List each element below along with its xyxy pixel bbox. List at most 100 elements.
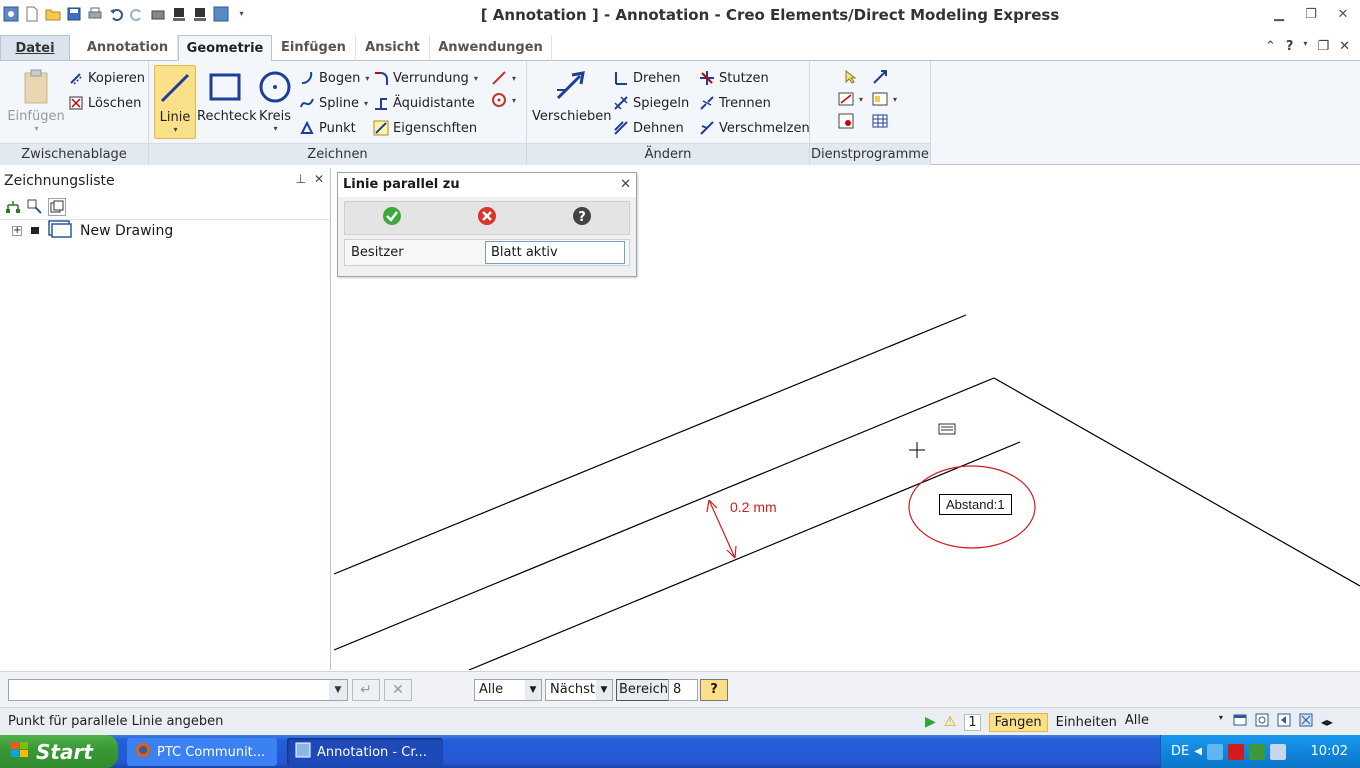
filter-tree-icon[interactable] bbox=[26, 198, 44, 216]
offset-button[interactable]: Äquidistante bbox=[373, 93, 475, 113]
paste-button[interactable]: Einfügen ▾ bbox=[6, 65, 66, 133]
mirror-button[interactable]: Spiegeln bbox=[613, 93, 689, 113]
filter-select[interactable]: Alle ▼ bbox=[474, 679, 542, 701]
snap-toggle[interactable]: Fangen bbox=[988, 712, 1048, 732]
split-button[interactable]: Trennen bbox=[699, 93, 771, 113]
play-icon[interactable]: ▶ bbox=[925, 714, 936, 730]
help-icon[interactable]: ? bbox=[1286, 39, 1294, 54]
filter-dropdown-icon[interactable]: ▼ bbox=[525, 680, 541, 700]
info-tool-button[interactable]: ▾ bbox=[872, 89, 897, 109]
panel-close-icon[interactable]: ✕ bbox=[314, 172, 324, 186]
restore-icon[interactable]: ❐ bbox=[1302, 6, 1320, 24]
dialog-close-icon[interactable]: ✕ bbox=[620, 173, 631, 197]
start-button[interactable]: Start bbox=[0, 735, 118, 768]
units-select[interactable]: Alle ▾ bbox=[1125, 713, 1225, 731]
drawing-line-right[interactable] bbox=[993, 377, 1360, 587]
warning-icon[interactable]: ⚠ bbox=[944, 714, 957, 730]
tab-datei[interactable]: Datei bbox=[0, 35, 70, 61]
svg-text:?: ? bbox=[578, 210, 586, 225]
range-button[interactable]: Bereich bbox=[616, 679, 671, 701]
volume-icon[interactable] bbox=[1269, 743, 1286, 760]
confirm-check-icon[interactable] bbox=[382, 206, 402, 230]
copy-button[interactable]: Kopieren bbox=[68, 68, 145, 88]
merge-icon bbox=[699, 120, 715, 136]
trim-button[interactable]: Stutzen bbox=[699, 68, 769, 88]
taskbar-item-firefox[interactable]: PTC Communit... bbox=[127, 738, 277, 766]
stretch-button[interactable]: Dehnen bbox=[613, 118, 684, 138]
enter-command-button[interactable]: ↵ bbox=[352, 679, 380, 701]
owner-field[interactable]: Blatt aktiv bbox=[485, 241, 625, 264]
snap-tool-button[interactable] bbox=[838, 111, 854, 131]
network-icon[interactable] bbox=[1206, 743, 1223, 760]
circle-tool-dropdown[interactable]: ▾ bbox=[491, 90, 516, 110]
cancel-command-button[interactable]: ✕ bbox=[384, 679, 412, 701]
snap-help-icon[interactable]: ? bbox=[700, 679, 728, 701]
close-doc-icon[interactable]: ✕ bbox=[1339, 39, 1350, 54]
dimension-label: 0.2 mm bbox=[730, 499, 777, 515]
tab-einfuegen[interactable]: Einfügen bbox=[272, 35, 356, 61]
help-dropdown-icon[interactable]: ▾ bbox=[1303, 39, 1307, 54]
table-tool-button[interactable] bbox=[872, 111, 888, 131]
windows-icon[interactable] bbox=[48, 197, 66, 216]
dimension-tool-button[interactable]: ▾ bbox=[838, 89, 863, 109]
rectangle-button[interactable]: Rechteck bbox=[197, 65, 257, 124]
circle-button[interactable]: Kreis ▾ bbox=[255, 65, 295, 133]
arc-button[interactable]: Bogen ▾ bbox=[299, 68, 369, 88]
circle-icon bbox=[255, 65, 295, 109]
pin-icon[interactable]: ⊥ bbox=[295, 172, 305, 186]
fillet-button[interactable]: Verrundung ▾ bbox=[373, 68, 478, 88]
properties-button[interactable]: Eigenschften bbox=[373, 118, 477, 138]
spline-icon bbox=[299, 95, 315, 111]
tab-annotation[interactable]: Annotation bbox=[78, 35, 178, 61]
construction-line-icon bbox=[491, 70, 507, 86]
drawing-line-upper[interactable] bbox=[334, 314, 967, 575]
move-button[interactable]: Verschieben bbox=[532, 65, 612, 124]
zoom-fit-icon[interactable] bbox=[1255, 713, 1269, 731]
taskbar-item-annotation[interactable]: Annotation - Cr... bbox=[287, 738, 443, 766]
expand-icon[interactable]: + bbox=[12, 226, 22, 236]
point-button[interactable]: Punkt bbox=[299, 118, 356, 138]
drawing-list-panel: Zeichnungsliste ⊥ ✕ + New Drawing bbox=[0, 168, 331, 670]
security-icon[interactable] bbox=[1248, 743, 1265, 760]
line-button[interactable]: Linie ▾ bbox=[154, 65, 196, 139]
tree-item-label: New Drawing bbox=[80, 223, 174, 239]
command-history-dropdown-icon[interactable]: ▼ bbox=[329, 680, 347, 700]
drawing-line-middle[interactable] bbox=[334, 377, 995, 651]
command-input[interactable]: ▼ bbox=[8, 679, 348, 701]
point-icon bbox=[299, 120, 315, 136]
fillet-icon bbox=[373, 70, 389, 86]
fullscreen-icon[interactable] bbox=[1299, 713, 1313, 731]
range-value-input[interactable]: 8 bbox=[668, 679, 698, 701]
viewport-icon[interactable] bbox=[1233, 713, 1247, 731]
split-icon bbox=[699, 95, 715, 111]
pan-icon[interactable]: ◂▸ bbox=[1321, 715, 1333, 729]
delete-button[interactable]: Löschen bbox=[68, 93, 141, 113]
tab-ansicht[interactable]: Ansicht bbox=[356, 35, 430, 61]
tree-view-icon[interactable] bbox=[4, 198, 22, 216]
measure-icon bbox=[872, 69, 888, 85]
spline-button[interactable]: Spline ▾ bbox=[299, 93, 368, 113]
merge-button[interactable]: Verschmelzen bbox=[699, 118, 810, 138]
minimize-icon[interactable]: ▁ bbox=[1270, 6, 1288, 24]
line-tool-dropdown[interactable]: ▾ bbox=[491, 68, 516, 88]
group-draw: Linie ▾ Rechteck Kreis ▾ Bogen ▾ Spline ▾ … bbox=[149, 61, 527, 165]
rotate-button[interactable]: Drehen bbox=[613, 68, 681, 88]
collapse-ribbon-icon[interactable]: ⌃ bbox=[1265, 39, 1276, 54]
nearest-select[interactable]: Nächst ▼ bbox=[545, 679, 613, 701]
tray-expand-icon[interactable]: ◀ bbox=[1194, 746, 1202, 757]
close-icon[interactable]: ✕ bbox=[1334, 6, 1352, 24]
acrobat-icon[interactable] bbox=[1227, 743, 1244, 760]
tab-geometrie[interactable]: Geometrie bbox=[178, 35, 272, 62]
measure-button[interactable] bbox=[872, 67, 888, 87]
nearest-dropdown-icon[interactable]: ▼ bbox=[596, 680, 612, 700]
previous-view-icon[interactable] bbox=[1277, 713, 1291, 731]
help-question-icon[interactable]: ? bbox=[572, 206, 592, 230]
units-button[interactable]: Einheiten bbox=[1056, 715, 1117, 730]
restore-doc-icon[interactable]: ❐ bbox=[1317, 39, 1329, 54]
tree-item-new-drawing[interactable]: + New Drawing bbox=[0, 220, 330, 242]
trim-icon bbox=[699, 70, 715, 86]
tab-anwendungen[interactable]: Anwendungen bbox=[430, 35, 552, 61]
cancel-x-icon[interactable] bbox=[477, 206, 497, 230]
language-indicator[interactable]: DE bbox=[1171, 744, 1189, 759]
select-tool-button[interactable] bbox=[842, 67, 858, 87]
